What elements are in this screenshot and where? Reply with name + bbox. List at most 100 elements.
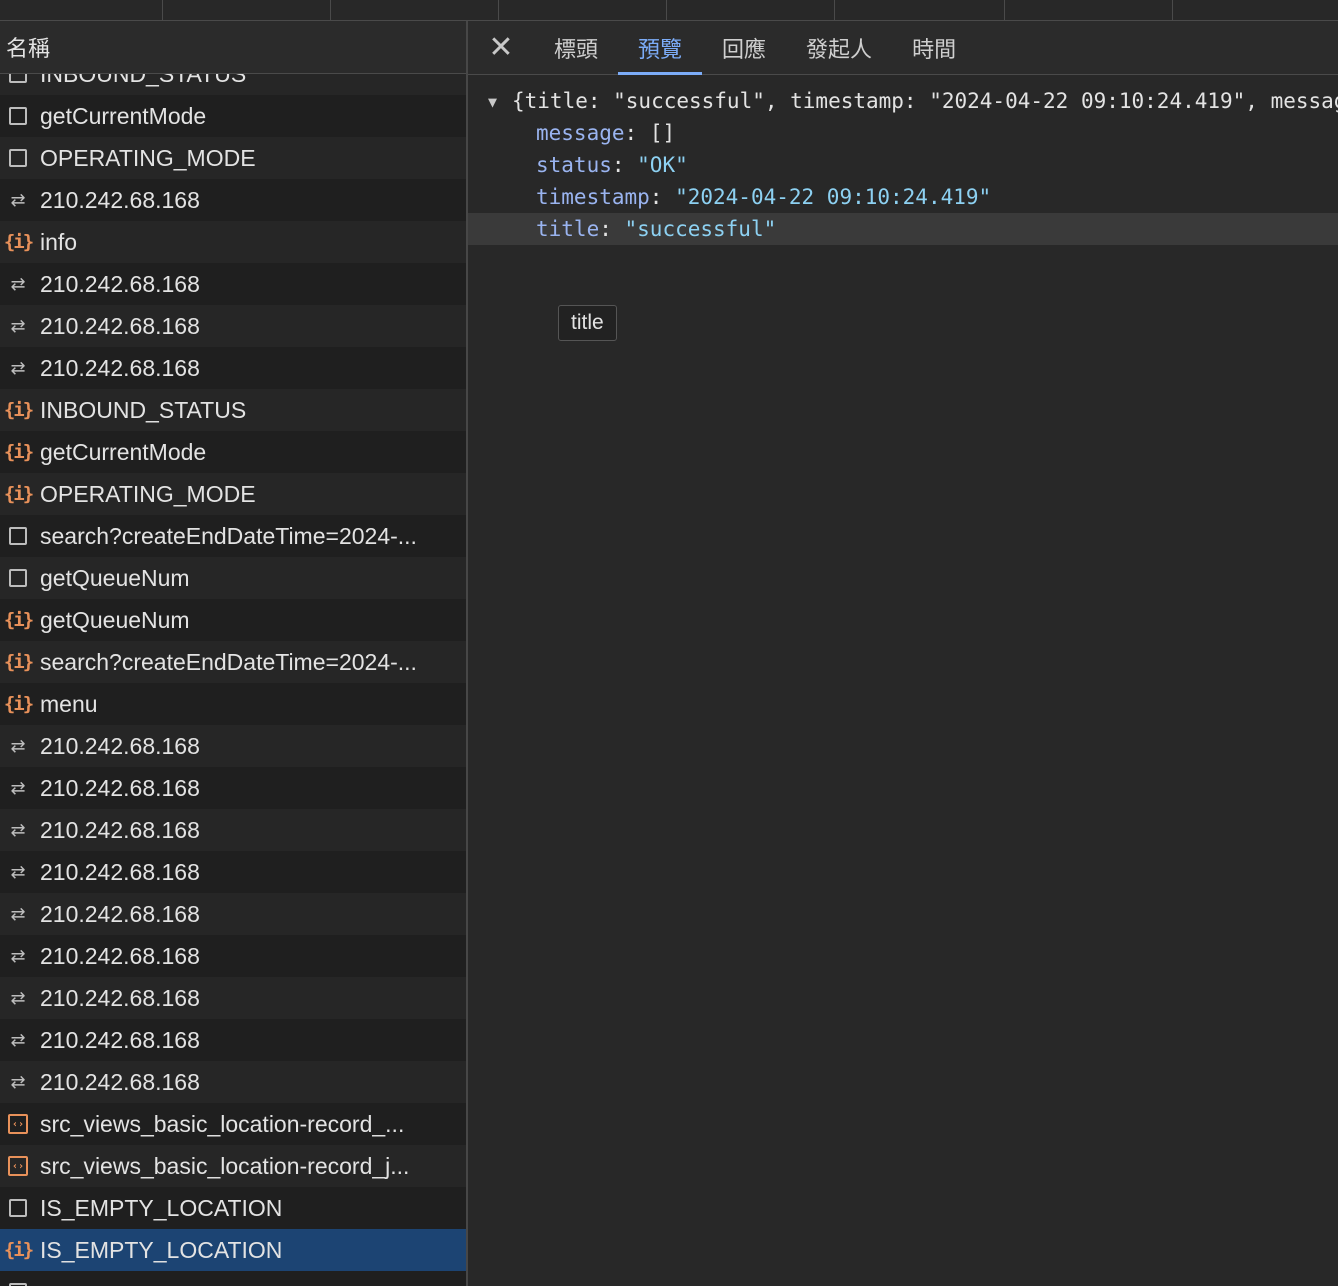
hover-tooltip: title [558,305,617,341]
braces-icon: {i} [3,693,34,715]
tab-response[interactable]: 回應 [702,21,786,74]
table-row[interactable]: ⇄ 210.242.68.168 [0,977,466,1019]
braces-icon: {i} [3,651,34,673]
tab-label: 預覽 [638,36,683,62]
request-name: getQueueNum [40,564,190,591]
arrows-icon: ⇄ [10,1071,26,1093]
tab-initiator[interactable]: 發起人 [786,21,892,74]
close-icon[interactable]: ✕ [468,21,534,74]
tab-label: 時間 [912,36,957,62]
json-object-summary[interactable]: ▼ {title: "successful", timestamp: "2024-… [468,85,1338,117]
column-header-strip [0,0,1338,21]
json-property-message[interactable]: message: [] [468,117,1338,149]
triangle-down-icon[interactable]: ▼ [488,86,512,118]
table-row[interactable]: ⇄ 210.242.68.168 [0,893,466,935]
table-row[interactable]: {i} menu [0,683,466,725]
column-separator[interactable] [1004,0,1005,20]
doc-icon [6,524,30,548]
request-list: 名稱 INBOUND_STATUS getCurrentMode OPERATING… [0,21,466,1286]
request-name: 210.242.68.168 [40,732,200,759]
column-separator[interactable] [666,0,667,20]
arrows-icon: ⇄ [10,861,26,883]
table-row[interactable]: {i} INBOUND_STATUS [0,389,466,431]
request-name: OPERATING_MODE [40,480,256,507]
table-row[interactable]: getQueueNum [0,557,466,599]
request-name: 210.242.68.168 [40,942,200,969]
tab-preview[interactable]: 預覽 [618,21,703,75]
table-row[interactable]: ⇄ 210.242.68.168 [0,935,466,977]
table-row[interactable]: {i} getCurrentMode [0,431,466,473]
doc-icon [6,566,30,590]
arrows-icon: ⇄ [10,1029,26,1051]
json-property-status[interactable]: status: "OK" [468,149,1338,181]
arrows-icon: ⇄ [10,945,26,967]
table-row[interactable]: ‹› src_views_basic_location-record_... [0,1103,466,1145]
table-row[interactable]: ⇄ 210.242.68.168 [0,767,466,809]
table-row[interactable] [0,1271,466,1286]
arrows-icon: ⇄ [10,903,26,925]
tab-headers[interactable]: 標頭 [534,21,618,74]
property-key: timestamp [536,185,650,209]
json-property-title[interactable]: title: "successful" [468,213,1338,245]
arrows-icon: ⇄ [10,987,26,1009]
request-name: 210.242.68.168 [40,900,200,927]
property-key: status [536,153,612,177]
arrows-icon: ⇄ [10,273,26,295]
column-separator[interactable] [834,0,835,20]
table-row[interactable]: ⇄ 210.242.68.168 [0,263,466,305]
request-name: src_views_basic_location-record_... [40,1110,405,1137]
table-row[interactable]: IS_EMPTY_LOCATION [0,1187,466,1229]
doc-icon [6,1280,30,1286]
table-row[interactable]: ⇄ 210.242.68.168 [0,1019,466,1061]
table-row[interactable]: ⇄ 210.242.68.168 [0,809,466,851]
request-name: src_views_basic_location-record_j... [40,1152,410,1179]
request-name: 210.242.68.168 [40,858,200,885]
request-name: 210.242.68.168 [40,1068,200,1095]
braces-icon: {i} [3,609,34,631]
braces-icon: {i} [3,1239,34,1261]
column-separator[interactable] [330,0,331,20]
table-row[interactable]: ⇄ 210.242.68.168 [0,347,466,389]
braces-icon: {i} [3,231,34,253]
arrows-icon: ⇄ [10,189,26,211]
table-row[interactable]: getCurrentMode [0,95,466,137]
table-row[interactable]: ⇄ 210.242.68.168 [0,1061,466,1103]
property-value: "successful" [624,217,777,241]
braces-icon: {i} [3,441,34,463]
table-row[interactable]: ‹› src_views_basic_location-record_j... [0,1145,466,1187]
doc-icon [6,104,30,128]
request-name: 210.242.68.168 [40,270,200,297]
request-name: 210.242.68.168 [40,312,200,339]
arrows-icon: ⇄ [10,819,26,841]
column-separator[interactable] [1172,0,1173,20]
request-name: 210.242.68.168 [40,984,200,1011]
table-row[interactable]: ⇄ 210.242.68.168 [0,851,466,893]
devtools-network-panel: 名稱 INBOUND_STATUS getCurrentMode OPERATING… [0,0,1338,1286]
table-row[interactable]: ⇄ 210.242.68.168 [0,179,466,221]
table-row[interactable]: {i} getQueueNum [0,599,466,641]
request-name: IS_EMPTY_LOCATION [40,1194,283,1221]
arrows-icon: ⇄ [10,735,26,757]
table-row[interactable]: search?createEndDateTime=2024-... [0,515,466,557]
request-name: getQueueNum [40,606,190,633]
table-row[interactable]: {i} IS_EMPTY_LOCATION [0,1229,466,1271]
request-name: search?createEndDateTime=2024-... [40,522,417,549]
tab-timing[interactable]: 時間 [892,21,976,74]
table-row[interactable]: ⇄ 210.242.68.168 [0,305,466,347]
request-detail-pane: ✕ 標頭 預覽 回應 發起人 時間 ▼ {title: "successful",… [468,21,1338,1286]
request-name: getCurrentMode [40,438,207,465]
tab-label: 標頭 [554,36,599,62]
table-row[interactable]: {i} info [0,221,466,263]
table-row[interactable]: {i} OPERATING_MODE [0,473,466,515]
table-row[interactable]: ⇄ 210.242.68.168 [0,725,466,767]
braces-icon: {i} [3,483,34,505]
request-name: menu [40,690,98,717]
column-separator[interactable] [498,0,499,20]
column-separator[interactable] [162,0,163,20]
doc-icon [6,1196,30,1220]
request-name: search?createEndDateTime=2024-... [40,648,417,675]
table-row[interactable]: OPERATING_MODE [0,137,466,179]
name-column-header[interactable]: 名稱 [0,21,466,74]
table-row[interactable]: {i} search?createEndDateTime=2024-... [0,641,466,683]
json-property-timestamp[interactable]: timestamp: "2024-04-22 09:10:24.419" [468,181,1338,213]
